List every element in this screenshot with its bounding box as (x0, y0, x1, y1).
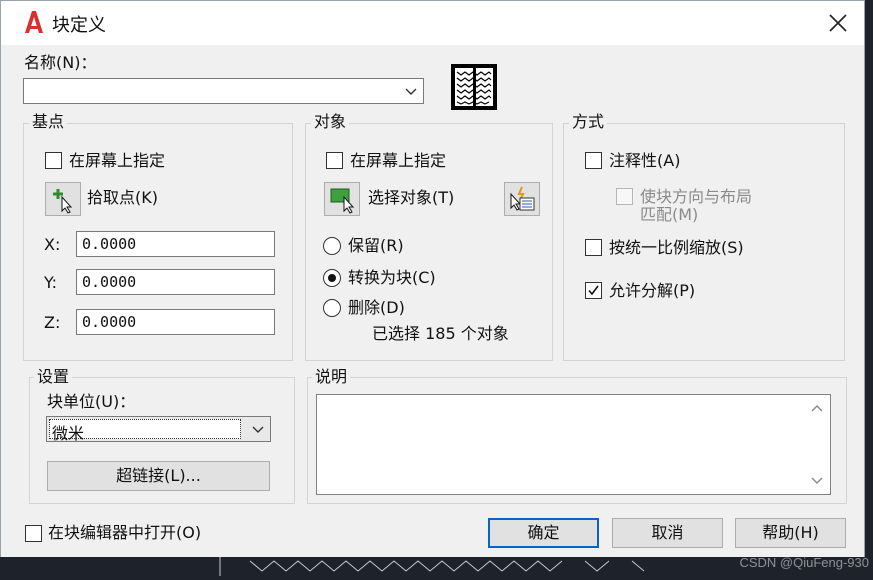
y-label: Y: (44, 273, 58, 292)
open-in-editor-checkbox[interactable] (25, 525, 42, 542)
settings-group-label: 设置 (34, 368, 73, 386)
convert-to-block-label: 转换为块(C) (348, 268, 436, 287)
open-in-editor-label: 在块编辑器中打开(O) (48, 523, 202, 542)
z-label: Z: (44, 313, 61, 332)
y-input[interactable]: 0.0000 (76, 269, 275, 295)
autocad-logo-icon (25, 11, 43, 33)
select-objects-icon (330, 188, 355, 214)
match-orientation-checkbox[interactable] (616, 188, 633, 205)
block-definition-dialog: 块定义 名称(N)： 基点 在屏幕上指定 拾取点(K) X: 0.0000 Y:… (0, 0, 865, 558)
match-orientation-label-2: 匹配(M) (640, 205, 699, 224)
delete-radio[interactable] (323, 299, 341, 317)
name-label: 名称(N)： (24, 53, 97, 72)
chevron-down-icon (405, 88, 417, 95)
objects-group-label: 对象 (311, 113, 350, 131)
basepoint-specify-label: 在屏幕上指定 (69, 151, 166, 170)
retain-label: 保留(R) (348, 236, 404, 255)
close-icon[interactable] (826, 11, 850, 35)
behavior-group-label: 方式 (569, 113, 608, 131)
retain-radio[interactable] (323, 237, 341, 255)
block-unit-select[interactable]: 微米 (46, 416, 271, 443)
annotative-label: 注释性(A) (609, 151, 681, 170)
watermark-text: CSDN @QiuFeng-930 (739, 555, 869, 570)
block-unit-label: 块单位(U)： (47, 392, 136, 411)
scale-uniformly-checkbox[interactable] (585, 239, 602, 256)
hyperlink-button[interactable]: 超链接(L)... (47, 461, 270, 491)
annotative-checkbox[interactable] (585, 152, 602, 169)
allow-exploding-checkbox[interactable] (585, 282, 602, 299)
select-objects-button[interactable] (324, 182, 360, 216)
select-objects-label: 选择对象(T) (368, 188, 455, 207)
z-input[interactable]: 0.0000 (76, 309, 275, 335)
pick-point-label: 拾取点(K) (87, 188, 158, 207)
delete-label: 删除(D) (348, 298, 405, 317)
help-button[interactable]: 帮助(H) (735, 518, 846, 548)
scroll-up-icon[interactable] (810, 403, 824, 413)
block-unit-value: 微米 (52, 424, 85, 443)
checkmark-icon (588, 285, 599, 296)
pick-point-button[interactable] (45, 182, 81, 216)
scroll-down-icon[interactable] (810, 476, 824, 486)
block-preview (451, 64, 497, 110)
basepoint-group-label: 基点 (29, 113, 68, 131)
name-combobox[interactable] (23, 78, 424, 104)
hatch-preview-icon (455, 68, 493, 106)
match-orientation-label-1: 使块方向与布局 (640, 187, 753, 206)
allow-exploding-label: 允许分解(P) (609, 281, 696, 300)
basepoint-specify-checkbox[interactable] (45, 152, 62, 169)
description-textarea[interactable] (316, 394, 831, 495)
pick-point-icon (53, 189, 73, 214)
objects-specify-label: 在屏幕上指定 (350, 151, 447, 170)
selected-count-text: 已选择 185 个对象 (372, 324, 509, 343)
x-label: X: (44, 235, 61, 254)
cancel-button[interactable]: 取消 (612, 518, 723, 548)
scale-uniformly-label: 按统一比例缩放(S) (609, 238, 744, 257)
objects-specify-checkbox[interactable] (326, 152, 343, 169)
convert-to-block-radio[interactable] (323, 269, 341, 287)
quick-select-icon (510, 186, 535, 211)
title-bar: 块定义 (1, 1, 864, 45)
ok-button[interactable]: 确定 (488, 518, 599, 548)
window-title: 块定义 (52, 15, 106, 36)
quick-select-button[interactable] (504, 182, 540, 216)
chevron-down-icon (252, 426, 264, 433)
x-input[interactable]: 0.0000 (76, 231, 275, 257)
description-group-label: 说明 (312, 368, 351, 386)
